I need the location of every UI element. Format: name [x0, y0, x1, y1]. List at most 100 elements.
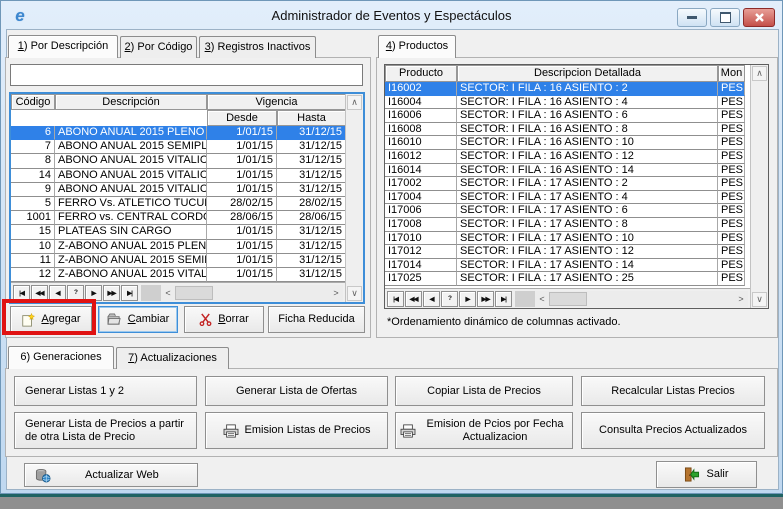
tab-productos[interactable]: 4) Productos: [378, 35, 456, 58]
record-next-page-button[interactable]: ▶▶: [477, 291, 494, 307]
emision-listas-precios-button[interactable]: Emision Listas de Precios: [205, 412, 388, 449]
products-vscrollbar[interactable]: ∧ ∨: [750, 65, 768, 308]
table-row[interactable]: I17002SECTOR: I FILA : 17 ASIENTO : 2PES: [385, 177, 750, 191]
table-row[interactable]: I17012SECTOR: I FILA : 17 ASIENTO : 12PE…: [385, 245, 750, 259]
record-next-button[interactable]: ▶: [459, 291, 476, 307]
table-cell: 28/06/15: [277, 211, 345, 225]
table-cell: SECTOR: I FILA : 16 ASIENTO : 8: [457, 123, 718, 137]
table-cell: SECTOR: I FILA : 17 ASIENTO : 6: [457, 204, 718, 218]
table-row[interactable]: 5FERRO Vs. ATLETICO TUCUM28/02/1528/02/1…: [11, 197, 345, 211]
table-cell: 15: [11, 225, 55, 239]
scroll-down-icon[interactable]: ∨: [752, 292, 767, 307]
tab-por-descripcion[interactable]: 1) Por Descripción: [8, 35, 118, 58]
products-record-navigator: |◀◀◀◀?▶▶▶▶| < >: [385, 288, 750, 308]
scroll-left-icon[interactable]: <: [161, 288, 175, 298]
salir-button[interactable]: Salir: [656, 461, 757, 488]
maximize-button[interactable]: [710, 8, 740, 27]
table-row[interactable]: I16012SECTOR: I FILA : 16 ASIENTO : 12PE…: [385, 150, 750, 164]
close-button[interactable]: [743, 8, 775, 27]
scissors-icon: [199, 313, 212, 326]
column-header-moneda[interactable]: Mon: [718, 65, 745, 82]
copiar-lista-precios-button[interactable]: Copiar Lista de Precios: [395, 376, 573, 406]
table-cell: I17004: [385, 191, 457, 205]
events-vscrollbar[interactable]: ∧ ∨: [345, 94, 363, 302]
column-header-vigencia[interactable]: Vigencia: [207, 94, 346, 110]
table-cell: Z-ABONO ANUAL 2015 SEMIP: [55, 254, 207, 268]
table-row[interactable]: I17014SECTOR: I FILA : 17 ASIENTO : 14PE…: [385, 259, 750, 273]
table-row[interactable]: I16004SECTOR: I FILA : 16 ASIENTO : 4PES: [385, 96, 750, 110]
generar-listas-1y2-button[interactable]: Generar Listas 1 y 2: [14, 376, 197, 406]
tab-por-codigo[interactable]: 2) Por Código: [120, 36, 197, 58]
table-row[interactable]: 15PLATEAS SIN CARGO1/01/1531/12/15: [11, 225, 345, 239]
column-header-descripcion[interactable]: Descripción: [55, 94, 207, 110]
table-row[interactable]: I16008SECTOR: I FILA : 16 ASIENTO : 8PES: [385, 123, 750, 137]
table-cell: PES: [718, 259, 745, 273]
borrar-button[interactable]: Borrar: [184, 306, 264, 333]
table-row[interactable]: 1001FERRO vs. CENTRAL CORDO28/06/1528/06…: [11, 211, 345, 225]
ficha-reducida-button[interactable]: Ficha Reducida: [268, 306, 365, 333]
table-cell: 31/12/15: [277, 126, 345, 140]
column-header-descripcion-detallada[interactable]: Descripcion Detallada: [457, 65, 718, 82]
record-first-button[interactable]: |◀: [387, 291, 404, 307]
table-row[interactable]: 9ABONO ANUAL 2015 VITALICI1/01/1531/12/1…: [11, 183, 345, 197]
column-header-producto[interactable]: Producto: [385, 65, 457, 82]
tab-registros-inactivos[interactable]: 3) Registros Inactivos: [199, 36, 316, 58]
table-row[interactable]: I17004SECTOR: I FILA : 17 ASIENTO : 4PES: [385, 191, 750, 205]
recalcular-listas-precios-button[interactable]: Recalcular Listas Precios: [581, 376, 765, 406]
record-last-button[interactable]: ▶|: [495, 291, 512, 307]
scroll-up-icon[interactable]: ∧: [347, 95, 362, 110]
table-cell: SECTOR: I FILA : 16 ASIENTO : 6: [457, 109, 718, 123]
table-row[interactable]: 6ABONO ANUAL 2015 PLENO1/01/1531/12/15: [11, 126, 345, 140]
table-cell: I17002: [385, 177, 457, 191]
table-row[interactable]: 10Z-ABONO ANUAL 2015 PLENO1/01/1531/12/1…: [11, 240, 345, 254]
generar-lista-ofertas-button[interactable]: Generar Lista de Ofertas: [205, 376, 388, 406]
minimize-button[interactable]: [677, 8, 707, 27]
titlebar[interactable]: e Administrador de Eventos y Espectáculo…: [2, 2, 781, 29]
record-last-button[interactable]: ▶|: [121, 285, 138, 301]
record-search-button[interactable]: ?: [441, 291, 458, 307]
scroll-left-icon[interactable]: <: [535, 294, 549, 304]
table-cell: PES: [718, 177, 745, 191]
products-table-body: I16002SECTOR: I FILA : 16 ASIENTO : 2PES…: [385, 82, 750, 288]
table-row[interactable]: 7ABONO ANUAL 2015 SEMIPLE1/01/1531/12/15: [11, 140, 345, 154]
search-input[interactable]: [10, 64, 363, 86]
column-header-codigo[interactable]: Código: [11, 94, 55, 110]
scroll-down-icon[interactable]: ∨: [347, 286, 362, 301]
minimize-icon: [687, 16, 697, 19]
record-prev-button[interactable]: ◀: [423, 291, 440, 307]
emision-pcios-fecha-button[interactable]: Emision de Pcios por Fecha Actualizacion: [395, 412, 573, 449]
generar-lista-desde-otra-button[interactable]: Generar Lista de Precios a partir de otr…: [14, 412, 197, 449]
table-row[interactable]: 11Z-ABONO ANUAL 2015 SEMIP1/01/1531/12/1…: [11, 254, 345, 268]
scroll-up-icon[interactable]: ∧: [752, 66, 767, 81]
products-hscrollbar[interactable]: < >: [515, 291, 748, 307]
scroll-right-icon[interactable]: >: [329, 288, 343, 298]
table-row[interactable]: I16002SECTOR: I FILA : 16 ASIENTO : 2PES: [385, 82, 750, 96]
table-row[interactable]: 14ABONO ANUAL 2015 VITALICI1/01/1531/12/…: [11, 169, 345, 183]
table-row[interactable]: I16010SECTOR: I FILA : 16 ASIENTO : 10PE…: [385, 136, 750, 150]
consulta-precios-actualizados-button[interactable]: Consulta Precios Actualizados: [581, 412, 765, 449]
table-row[interactable]: I16006SECTOR: I FILA : 16 ASIENTO : 6PES: [385, 109, 750, 123]
table-row[interactable]: I17006SECTOR: I FILA : 17 ASIENTO : 6PES: [385, 204, 750, 218]
record-prev-page-button[interactable]: ◀◀: [405, 291, 422, 307]
hscrollbar-thumb[interactable]: [175, 286, 213, 300]
table-row[interactable]: I17008SECTOR: I FILA : 17 ASIENTO : 8PES: [385, 218, 750, 232]
table-row[interactable]: I17025SECTOR: I FILA : 17 ASIENTO : 25PE…: [385, 272, 750, 286]
actualizar-web-button[interactable]: Actualizar Web: [24, 463, 198, 487]
table-row[interactable]: 12Z-ABONO ANUAL 2015 VITALI1/01/1531/12/…: [11, 268, 345, 282]
table-row[interactable]: I16014SECTOR: I FILA : 16 ASIENTO : 14PE…: [385, 164, 750, 178]
cambiar-button[interactable]: Cambiar: [98, 306, 178, 333]
scroll-right-icon[interactable]: >: [734, 294, 748, 304]
record-next-page-button[interactable]: ▶▶: [103, 285, 120, 301]
tab-generaciones[interactable]: 6) Generaciones: [8, 346, 114, 369]
events-hscrollbar[interactable]: < >: [141, 285, 343, 301]
table-cell: I16002: [385, 82, 457, 96]
tab-actualizaciones[interactable]: 7) Actualizaciones: [116, 347, 229, 369]
table-row[interactable]: 8ABONO ANUAL 2015 VITALICI1/01/1531/12/1…: [11, 154, 345, 168]
app-icon: e: [10, 6, 30, 26]
hscrollbar-thumb[interactable]: [549, 292, 587, 306]
table-row[interactable]: I17010SECTOR: I FILA : 17 ASIENTO : 10PE…: [385, 232, 750, 246]
column-header-hasta[interactable]: Hasta: [277, 110, 346, 126]
table-cell: 1/01/15: [207, 126, 277, 140]
column-header-desde[interactable]: Desde: [207, 110, 277, 126]
button-label: Emision de Pcios por Fecha Actualizacion: [422, 418, 568, 444]
